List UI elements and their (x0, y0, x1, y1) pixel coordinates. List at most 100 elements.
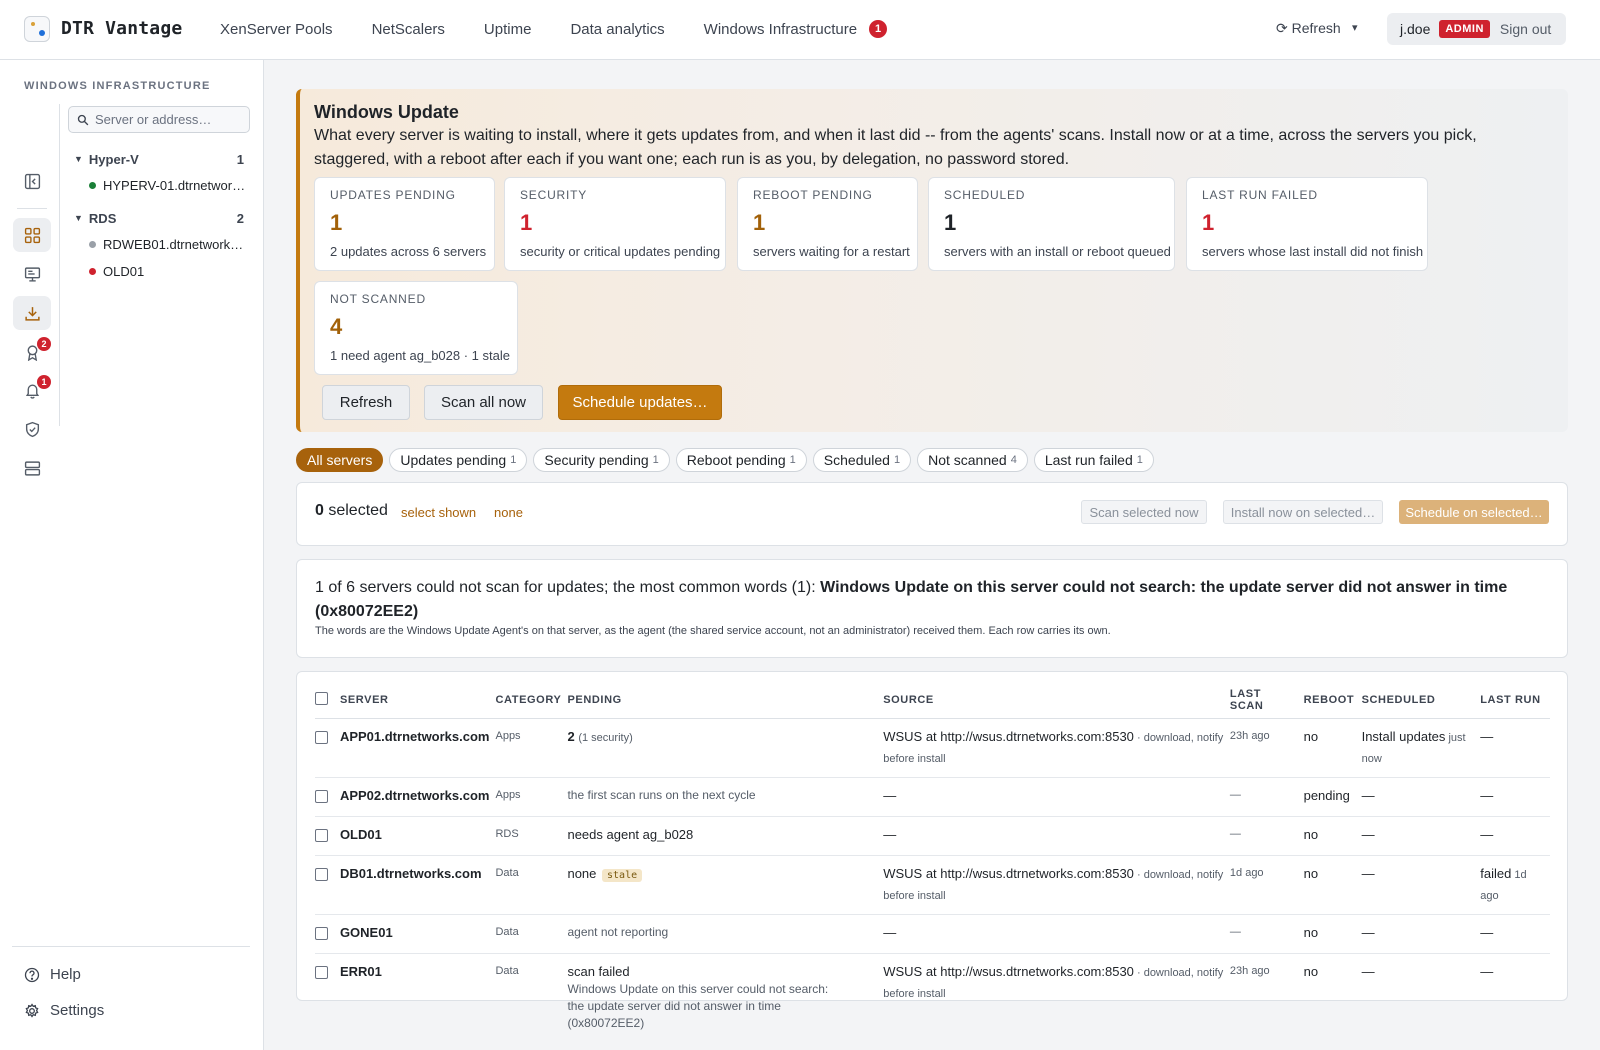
rail-windows-update[interactable] (13, 296, 51, 330)
server-category: Apps (495, 718, 568, 778)
table-row[interactable]: DB01.dtrnetworks.com Data none stale WSU… (315, 855, 1550, 915)
table-row[interactable]: APP02.dtrnetworks.com Apps the first sca… (315, 777, 1550, 817)
scheduled-cell: — (1361, 914, 1481, 954)
table-row[interactable]: OLD01 RDS needs agent ag_b028 — — no — — (315, 816, 1550, 856)
tree-item-server[interactable]: RDWEB01.dtrnetworks.com (89, 237, 247, 252)
rail-dashboard[interactable] (13, 218, 51, 252)
user-name: j.doe (1400, 21, 1431, 37)
refresh-interval-dropdown[interactable]: ▾ (1352, 21, 1358, 34)
col-last-run[interactable]: LAST RUN (1480, 682, 1550, 719)
col-pending[interactable]: PENDING (567, 682, 884, 719)
collapse-sidebar-button[interactable] (13, 164, 51, 198)
col-category[interactable]: CATEGORY (495, 682, 568, 719)
col-reboot[interactable]: REBOOT (1303, 682, 1362, 719)
row-checkbox[interactable] (315, 965, 328, 979)
row-checkbox[interactable] (315, 730, 328, 744)
select-shown-link[interactable]: select shown (401, 505, 476, 520)
rail-servers[interactable] (13, 451, 51, 485)
server-search[interactable] (68, 106, 250, 133)
stat-card-not-scanned[interactable]: NOT SCANNED 4 1 need agent ag_b028 · 1 s… (314, 281, 518, 375)
server-name[interactable]: DB01.dtrnetworks.com (339, 855, 496, 915)
app-logo-icon[interactable] (24, 16, 50, 42)
reboot-status: no (1303, 914, 1362, 954)
server-name[interactable]: GONE01 (339, 914, 496, 954)
scan-all-button[interactable]: Scan all now (424, 385, 543, 420)
top-refresh-button[interactable]: ⟳ Refresh (1276, 20, 1341, 37)
select-all-checkbox[interactable] (315, 691, 328, 705)
nav-xenserver-pools[interactable]: XenServer Pools (220, 21, 333, 38)
sign-out-link[interactable]: Sign out (1500, 21, 1551, 37)
filter-updates-pending[interactable]: Updates pending 1 (389, 448, 528, 472)
pending-cell: scan failed Windows Update on this server… (567, 953, 883, 1040)
source-cell: — (883, 816, 1230, 856)
tree-item-server[interactable]: HYPERV-01.dtrnetworks.com (89, 178, 247, 193)
rail-desktops[interactable] (13, 257, 51, 291)
stat-card-last-run-failed[interactable]: LAST RUN FAILED 1 servers whose last ins… (1186, 177, 1428, 271)
last-scan: — (1229, 914, 1304, 954)
nav-windows-infrastructure[interactable]: Windows Infrastructure 1 (704, 20, 888, 38)
col-source[interactable]: SOURCE (883, 682, 1230, 719)
selection-bar: 0 selected select shown none Scan select… (296, 482, 1568, 546)
table-row[interactable]: APP01.dtrnetworks.com Apps 2 (1 security… (315, 718, 1550, 778)
scan-selected-button[interactable]: Scan selected now (1081, 500, 1207, 524)
server-name[interactable]: OLD01 (339, 816, 496, 856)
server-name[interactable]: APP02.dtrnetworks.com (339, 777, 496, 817)
row-checkbox[interactable] (315, 789, 328, 803)
sidebar-footer-divider (12, 946, 250, 947)
install-selected-button[interactable]: Install now on selected… (1223, 500, 1383, 524)
server-name[interactable]: ERR01 (340, 953, 496, 1040)
row-checkbox[interactable] (315, 867, 328, 881)
nav-uptime[interactable]: Uptime (484, 21, 532, 38)
rail-alerts[interactable]: 1 (13, 373, 51, 407)
last-run: — (1480, 914, 1550, 954)
filter-not-scanned[interactable]: Not scanned 4 (917, 448, 1028, 472)
row-checkbox[interactable] (315, 828, 328, 842)
status-dot-red (89, 268, 96, 275)
rail-security[interactable] (13, 412, 51, 446)
stat-card-updates-pending[interactable]: UPDATES PENDING 1 2 updates across 6 ser… (314, 177, 495, 271)
filter-chips: All servers Updates pending 1 Security pe… (296, 448, 1160, 472)
last-run: — (1480, 718, 1550, 778)
filter-security-pending[interactable]: Security pending 1 (533, 448, 670, 472)
certificates-badge: 2 (37, 337, 51, 351)
server-search-input[interactable] (95, 112, 245, 127)
select-none-link[interactable]: none (494, 505, 523, 520)
filter-reboot-pending[interactable]: Reboot pending 1 (675, 448, 807, 472)
help-icon (24, 967, 40, 982)
user-menu: j.doe ADMIN Sign out (1387, 13, 1566, 45)
nav-netscalers[interactable]: NetScalers (372, 21, 445, 38)
reboot-status: pending (1303, 777, 1362, 817)
grid-icon (24, 227, 40, 243)
help-link[interactable]: Help (24, 966, 81, 983)
filter-last-run-failed[interactable]: Last run failed 1 (1033, 448, 1154, 472)
filter-scheduled[interactable]: Scheduled 1 (812, 448, 912, 472)
col-last-scan[interactable]: LAST SCAN (1229, 682, 1304, 719)
pending-cell: 2 (1 security) (567, 718, 884, 778)
refresh-button[interactable]: Refresh (322, 385, 410, 420)
rail-certificates[interactable]: 2 (13, 335, 51, 369)
nav-data-analytics[interactable]: Data analytics (570, 21, 664, 38)
col-server[interactable]: SERVER (339, 682, 496, 719)
settings-link[interactable]: Settings (24, 1002, 104, 1019)
tree-group-rds[interactable]: ▼ RDS 2 (74, 211, 244, 226)
table-row[interactable]: ERR01 Data scan failed Windows Update on … (315, 953, 1550, 1040)
alerts-badge: 1 (37, 375, 51, 389)
table-header: SERVER CATEGORY PENDING SOURCE LAST SCAN… (315, 682, 1550, 719)
tree-item-server[interactable]: OLD01 (89, 264, 247, 279)
expand-caret-icon: ▼ (74, 213, 83, 223)
pending-cell: the first scan runs on the next cycle (567, 777, 884, 817)
schedule-updates-button[interactable]: Schedule updates… (558, 385, 722, 420)
row-checkbox[interactable] (315, 926, 328, 940)
filter-all-servers[interactable]: All servers (296, 448, 384, 472)
server-name[interactable]: APP01.dtrnetworks.com (339, 718, 496, 778)
rail-divider-vertical (59, 104, 60, 426)
stat-card-reboot-pending[interactable]: REBOOT PENDING 1 servers waiting for a r… (737, 177, 918, 271)
stat-card-scheduled[interactable]: SCHEDULED 1 servers with an install or r… (928, 177, 1175, 271)
tree-group-hyper-v[interactable]: ▼ Hyper-V 1 (74, 152, 244, 167)
app-title[interactable]: DTR Vantage (61, 18, 182, 39)
source-cell: — (883, 914, 1230, 954)
col-scheduled[interactable]: SCHEDULED (1361, 682, 1481, 719)
table-row[interactable]: GONE01 Data agent not reporting — — no —… (315, 914, 1550, 954)
schedule-selected-button[interactable]: Schedule on selected… (1399, 500, 1549, 524)
stat-card-security[interactable]: SECURITY 1 security or critical updates … (504, 177, 726, 271)
